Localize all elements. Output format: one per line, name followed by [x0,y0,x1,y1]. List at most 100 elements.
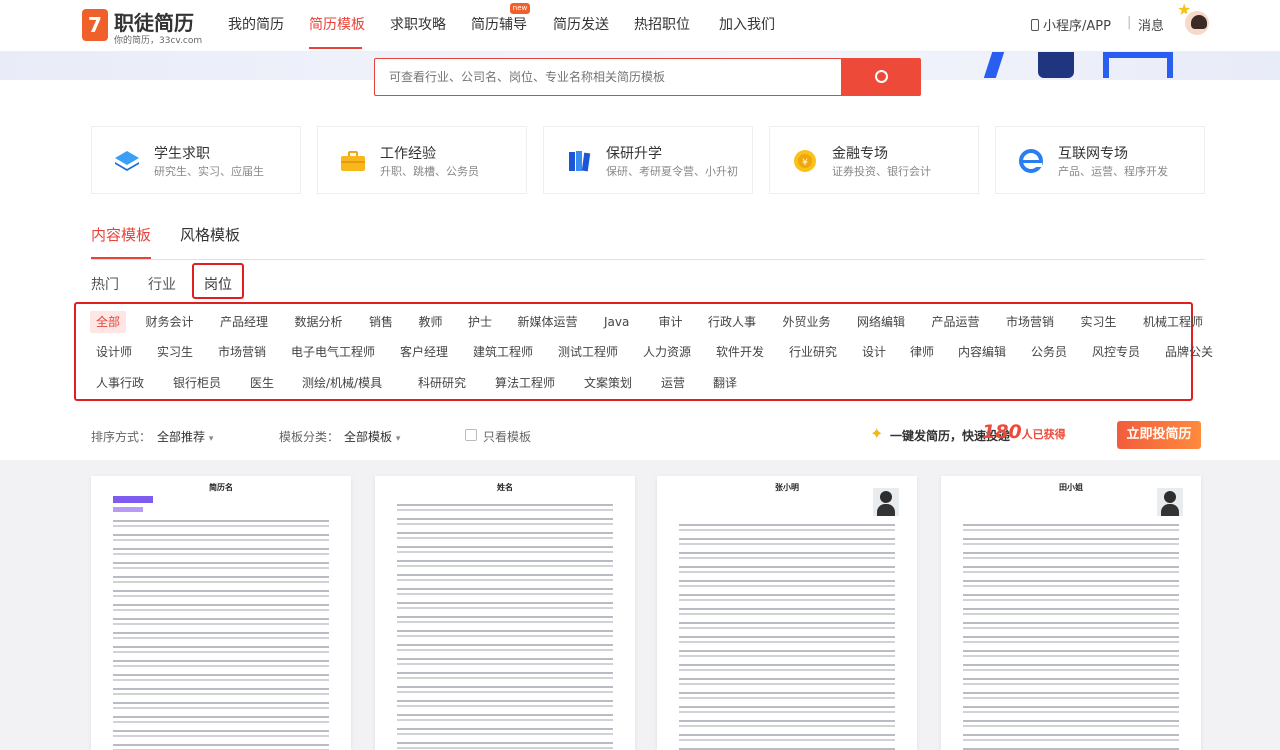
position-chip[interactable]: 测试工程师 [552,341,624,363]
nav-resume-send[interactable]: 简历发送 [553,14,609,34]
position-chip[interactable]: 内容编辑 [952,341,1012,363]
template-name: 简历名 [209,483,233,492]
position-chip[interactable]: 市场营销 [1000,311,1060,333]
position-chip[interactable]: 算法工程师 [489,372,561,394]
accent-tag [113,496,153,503]
search-input[interactable] [375,59,842,95]
mini-app-link[interactable]: 小程序/APP [1031,15,1111,34]
position-chip[interactable]: 产品经理 [214,311,274,333]
logo-mark: 7 [82,9,108,41]
position-chip[interactable]: 翻译 [707,372,743,394]
position-chip[interactable]: 销售 [363,311,399,333]
position-chip[interactable]: 机械工程师 [1137,311,1209,333]
position-chip[interactable]: 实习生 [1075,311,1123,333]
position-chip[interactable]: 建筑工程师 [467,341,539,363]
search-icon [875,70,888,83]
position-chip[interactable]: 医生 [244,372,280,394]
position-chip[interactable]: 市场营销 [212,341,272,363]
books-icon [569,151,591,172]
position-chip[interactable]: 测绘/机械/模具 [296,372,388,394]
position-chip[interactable]: 外贸业务 [777,311,837,333]
position-chip[interactable]: 设计师 [90,341,138,363]
position-chip[interactable]: 律师 [904,341,940,363]
position-chip[interactable]: 软件开发 [710,341,770,363]
template-card[interactable]: 张小明 [657,476,917,750]
category-title: 保研升学 [606,146,662,162]
position-chip[interactable]: 护士 [462,311,498,333]
position-chip[interactable]: 银行柜员 [167,372,227,394]
position-chip[interactable]: Java [598,311,635,333]
promo-suffix: 人已获得 [1021,428,1066,441]
position-chip[interactable]: 公务员 [1025,341,1073,363]
position-chip[interactable]: 品牌公关 [1159,341,1219,363]
category-subtitle: 保研、考研夏令营、小升初 [606,165,738,178]
messages-link[interactable]: 消息 [1138,15,1164,34]
position-chip[interactable]: 人力资源 [637,341,697,363]
position-chip[interactable]: 教师 [413,311,449,333]
tabs-divider [91,259,1205,260]
category-title: 互联网专场 [1058,146,1128,162]
nav-hot-jobs[interactable]: 热招职位 [634,14,690,34]
nav-job-guide[interactable]: 求职攻略 [390,14,446,34]
layers-icon [115,151,139,171]
subtab-industry[interactable]: 行业 [148,274,176,294]
subtab-hot[interactable]: 热门 [91,274,119,294]
template-name: 姓名 [497,483,513,492]
nav-join-us[interactable]: 加入我们 [719,14,775,34]
search-box [374,58,842,96]
filter-dropdown[interactable]: 全部模板 ▾ [344,428,400,445]
logo-tagline: 你的简历，33cv.com [114,36,203,46]
tab-style-templates[interactable]: 风格模板 [180,224,240,245]
svg-text:¥: ¥ [802,158,808,168]
position-chip[interactable]: 客户经理 [394,341,454,363]
category-card-students[interactable]: 学生求职 研究生、实习、应届生 [91,126,301,194]
position-chip[interactable]: 新媒体运营 [512,311,584,333]
category-card-finance[interactable]: ¥ 金融专场 证券投资、银行会计 [769,126,979,194]
position-chip[interactable]: 设计 [856,341,892,363]
template-card[interactable]: 简历名 [91,476,351,750]
position-chip[interactable]: 行业研究 [783,341,843,363]
promo-button[interactable]: 立即投简历 [1117,421,1201,449]
promo-number: 180人已获得 [982,421,1066,443]
category-card-internet[interactable]: 互联网专场 产品、运营、程序开发 [995,126,1205,194]
position-chip[interactable]: 电子电气工程师 [285,341,381,363]
position-chip[interactable]: 行政人事 [702,311,762,333]
nav-resume-templates[interactable]: 简历模板 [309,14,365,34]
position-chip[interactable]: 财务会计 [140,311,200,333]
filter-label: 模板分类： [279,430,340,444]
site-logo[interactable]: 7 职徒简历 你的简历，33cv.com [82,6,212,46]
position-chip[interactable]: 风控专员 [1086,341,1146,363]
search-button[interactable] [841,58,921,96]
accent-tag [113,507,143,512]
filter-value: 全部模板 [344,430,393,444]
position-chip[interactable]: 科研研究 [412,372,472,394]
tab-content-templates[interactable]: 内容模板 [91,224,151,245]
template-card[interactable]: 姓名 [375,476,635,750]
sparkle-icon: ✦ [870,424,884,443]
sort-dropdown[interactable]: 全部推荐 ▾ [157,428,213,445]
category-card-further-study[interactable]: 保研升学 保研、考研夏令营、小升初 [543,126,753,194]
position-chip[interactable]: 实习生 [151,341,199,363]
nav-my-resume[interactable]: 我的简历 [228,14,284,34]
resume-text-lines [113,516,329,750]
position-chip-all[interactable]: 全部 [90,311,127,333]
category-card-experience[interactable]: 工作经验 升职、跳槽、公务员 [317,126,527,194]
position-chip[interactable]: 人事行政 [90,372,150,394]
promo-count: 180 [982,421,1022,443]
nav-resume-coaching[interactable]: 简历辅导 [471,14,527,34]
new-badge: new [510,3,530,14]
resume-text-lines [397,500,613,750]
position-chip[interactable]: 网络编辑 [851,311,911,333]
category-title: 工作经验 [380,146,436,162]
category-subtitle: 产品、运营、程序开发 [1058,165,1168,178]
browser-icon [1019,149,1043,173]
position-chip[interactable]: 产品运营 [926,311,986,333]
position-chip[interactable]: 审计 [653,311,689,333]
position-chip[interactable]: 数据分析 [289,311,349,333]
template-card[interactable]: 田小姐 [941,476,1201,750]
position-chip[interactable]: 运营 [655,372,691,394]
avatar[interactable] [1183,9,1211,37]
sort-label: 排序方式： [91,430,152,444]
position-chip[interactable]: 文案策划 [578,372,638,394]
only-templates-checkbox[interactable] [465,429,477,441]
